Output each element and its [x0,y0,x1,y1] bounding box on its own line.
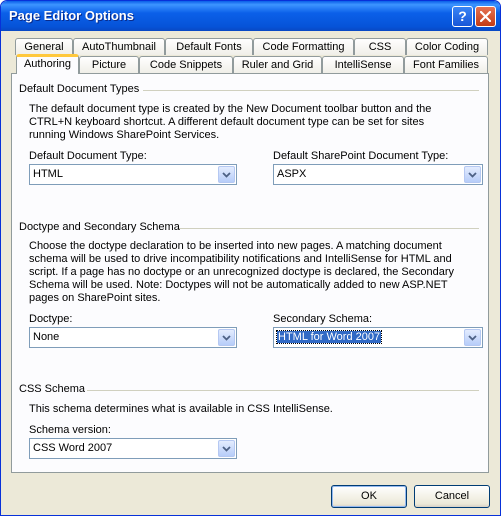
chevron-down-icon [222,335,231,341]
default-document-type-label: Default Document Type: [29,150,147,162]
window-title: Page Editor Options [9,8,134,23]
help-button[interactable]: ? [452,6,473,27]
page-editor-options-dialog: Page Editor Options ? General AutoThumbn… [0,0,501,516]
chevron-down-icon [468,335,477,341]
help-icon: ? [458,8,467,24]
dropdown-arrow-button[interactable] [218,440,235,457]
doctype-secondary-schema-description: Choose the doctype declaration to be ins… [29,240,454,304]
schema-version-label: Schema version: [29,424,111,436]
default-document-type-value: HTML [33,168,63,180]
title-bar[interactable]: Page Editor Options ? [1,1,500,31]
dropdown-arrow-button[interactable] [218,329,235,346]
dropdown-arrow-button[interactable] [464,329,481,346]
doctype-label: Doctype: [29,313,73,325]
doctype-dropdown[interactable]: None [29,327,237,348]
cancel-button[interactable]: Cancel [414,485,490,508]
tab-general[interactable]: General [15,38,73,55]
section-divider [179,228,479,229]
default-sharepoint-document-type-value: ASPX [277,168,307,180]
default-document-types-description: The default document type is created by … [29,103,432,141]
tab-ruler-and-grid[interactable]: Ruler and Grid [233,56,322,73]
default-sharepoint-document-type-label: Default SharePoint Document Type: [273,150,449,162]
chevron-down-icon [222,446,231,452]
secondary-schema-value: HTML for Word 2007 [275,330,383,344]
tab-font-families[interactable]: Font Families [404,56,488,73]
tab-color-coding[interactable]: Color Coding [406,38,488,55]
secondary-schema-dropdown[interactable]: HTML for Word 2007 [273,327,483,348]
tab-picture[interactable]: Picture [79,56,139,73]
css-schema-heading: CSS Schema [19,383,86,395]
tab-default-fonts[interactable]: Default Fonts [165,38,253,55]
secondary-schema-label: Secondary Schema: [273,313,373,325]
tab-code-formatting[interactable]: Code Formatting [253,38,354,55]
ok-button[interactable]: OK [331,485,407,508]
close-icon [480,11,491,22]
default-document-type-dropdown[interactable]: HTML [29,164,237,185]
schema-version-value: CSS Word 2007 [33,442,113,454]
section-divider [143,90,479,91]
schema-version-dropdown[interactable]: CSS Word 2007 [29,438,237,459]
dropdown-arrow-button[interactable] [464,166,481,183]
css-schema-description: This schema determines what is available… [29,403,333,415]
default-sharepoint-document-type-dropdown[interactable]: ASPX [273,164,483,185]
tab-intellisense[interactable]: IntelliSense [322,56,404,73]
doctype-secondary-schema-heading: Doctype and Secondary Schema [19,221,180,233]
close-button[interactable] [475,6,496,27]
section-divider [87,390,479,391]
default-document-types-heading: Default Document Types [19,83,140,95]
chevron-down-icon [222,172,231,178]
dropdown-arrow-button[interactable] [218,166,235,183]
doctype-value: None [33,331,60,343]
tab-authoring[interactable]: Authoring [16,54,79,74]
chevron-down-icon [468,172,477,178]
tab-css[interactable]: CSS [354,38,406,55]
tab-code-snippets[interactable]: Code Snippets [139,56,233,73]
tab-autothumbnail[interactable]: AutoThumbnail [73,38,165,55]
